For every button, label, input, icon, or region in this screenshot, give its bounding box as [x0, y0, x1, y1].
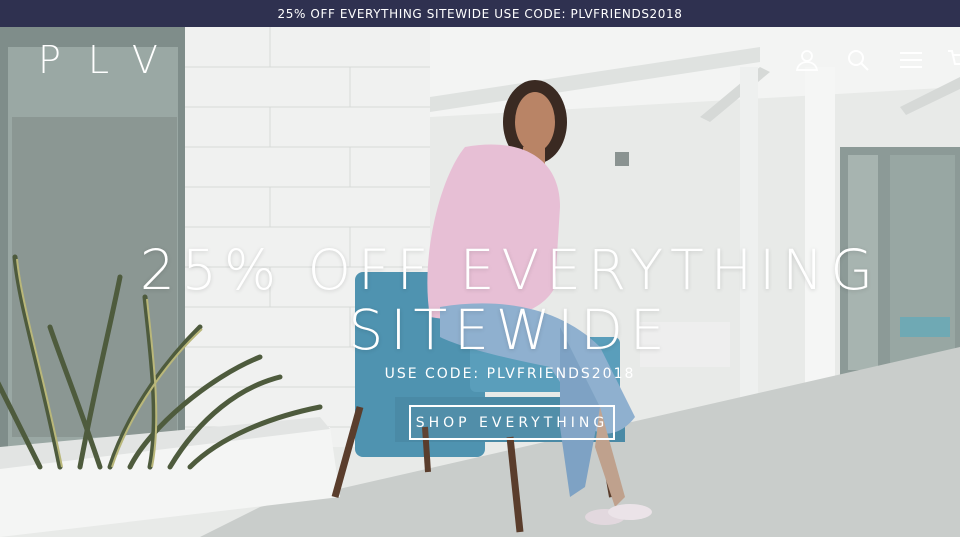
hero-subheadline: USE CODE: PLVFRIENDS2018 [384, 366, 636, 382]
hero-headline-line2: SITEWIDE [348, 298, 672, 362]
announcement-text: 25% OFF EVERYTHING SITEWIDE USE CODE: PL… [277, 6, 683, 21]
hero-headline-line1: 25% OFF EVERYTHING [139, 238, 881, 302]
announcement-bar: 25% OFF EVERYTHING SITEWIDE USE CODE: PL… [0, 0, 960, 27]
cart-icon[interactable] [946, 47, 960, 73]
account-icon[interactable] [794, 47, 820, 73]
site-header: PLV [0, 27, 960, 87]
site-logo[interactable]: PLV [38, 40, 185, 80]
shop-everything-button[interactable]: SHOP EVERYTHING [409, 405, 615, 440]
menu-icon[interactable] [898, 47, 924, 73]
search-icon[interactable] [845, 47, 871, 73]
shop-everything-label: SHOP EVERYTHING [415, 414, 609, 431]
